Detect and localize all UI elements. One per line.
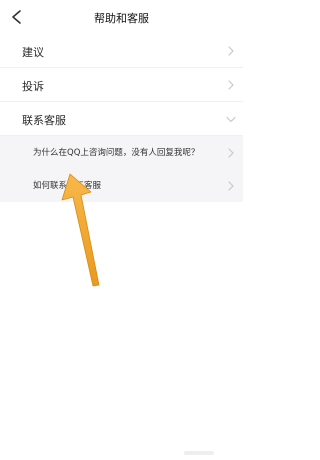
chevron-down-icon [226, 116, 236, 123]
contact-support-subitems: 为什么在QQ上咨询问题，没有人回复我呢？ 如何联系人工客服 [0, 136, 243, 202]
title-bar: 帮助和客服 [0, 0, 243, 34]
subitem-label: 为什么在QQ上咨询问题，没有人回复我呢？ [33, 148, 200, 158]
menu-item-label: 联系客服 [22, 114, 66, 127]
pointer-arrow-icon [61, 173, 100, 287]
chevron-right-icon [228, 148, 234, 158]
menu-item-complaint[interactable]: 投诉 [0, 68, 243, 102]
menu-item-suggestion[interactable]: 建议 [0, 34, 243, 68]
chevron-right-icon [228, 80, 234, 90]
menu-item-label: 投诉 [22, 80, 44, 93]
page-title: 帮助和客服 [94, 12, 149, 25]
chevron-right-icon [228, 181, 234, 191]
subitem-contact-human-agent[interactable]: 如何联系人工客服 [0, 169, 243, 202]
chevron-right-icon [228, 46, 234, 56]
subitem-qq-no-reply[interactable]: 为什么在QQ上咨询问题，没有人回复我呢？ [0, 136, 243, 169]
menu-item-contact-support[interactable]: 联系客服 [0, 102, 243, 136]
menu-item-label: 建议 [22, 46, 44, 59]
watermark-mark [184, 451, 214, 455]
